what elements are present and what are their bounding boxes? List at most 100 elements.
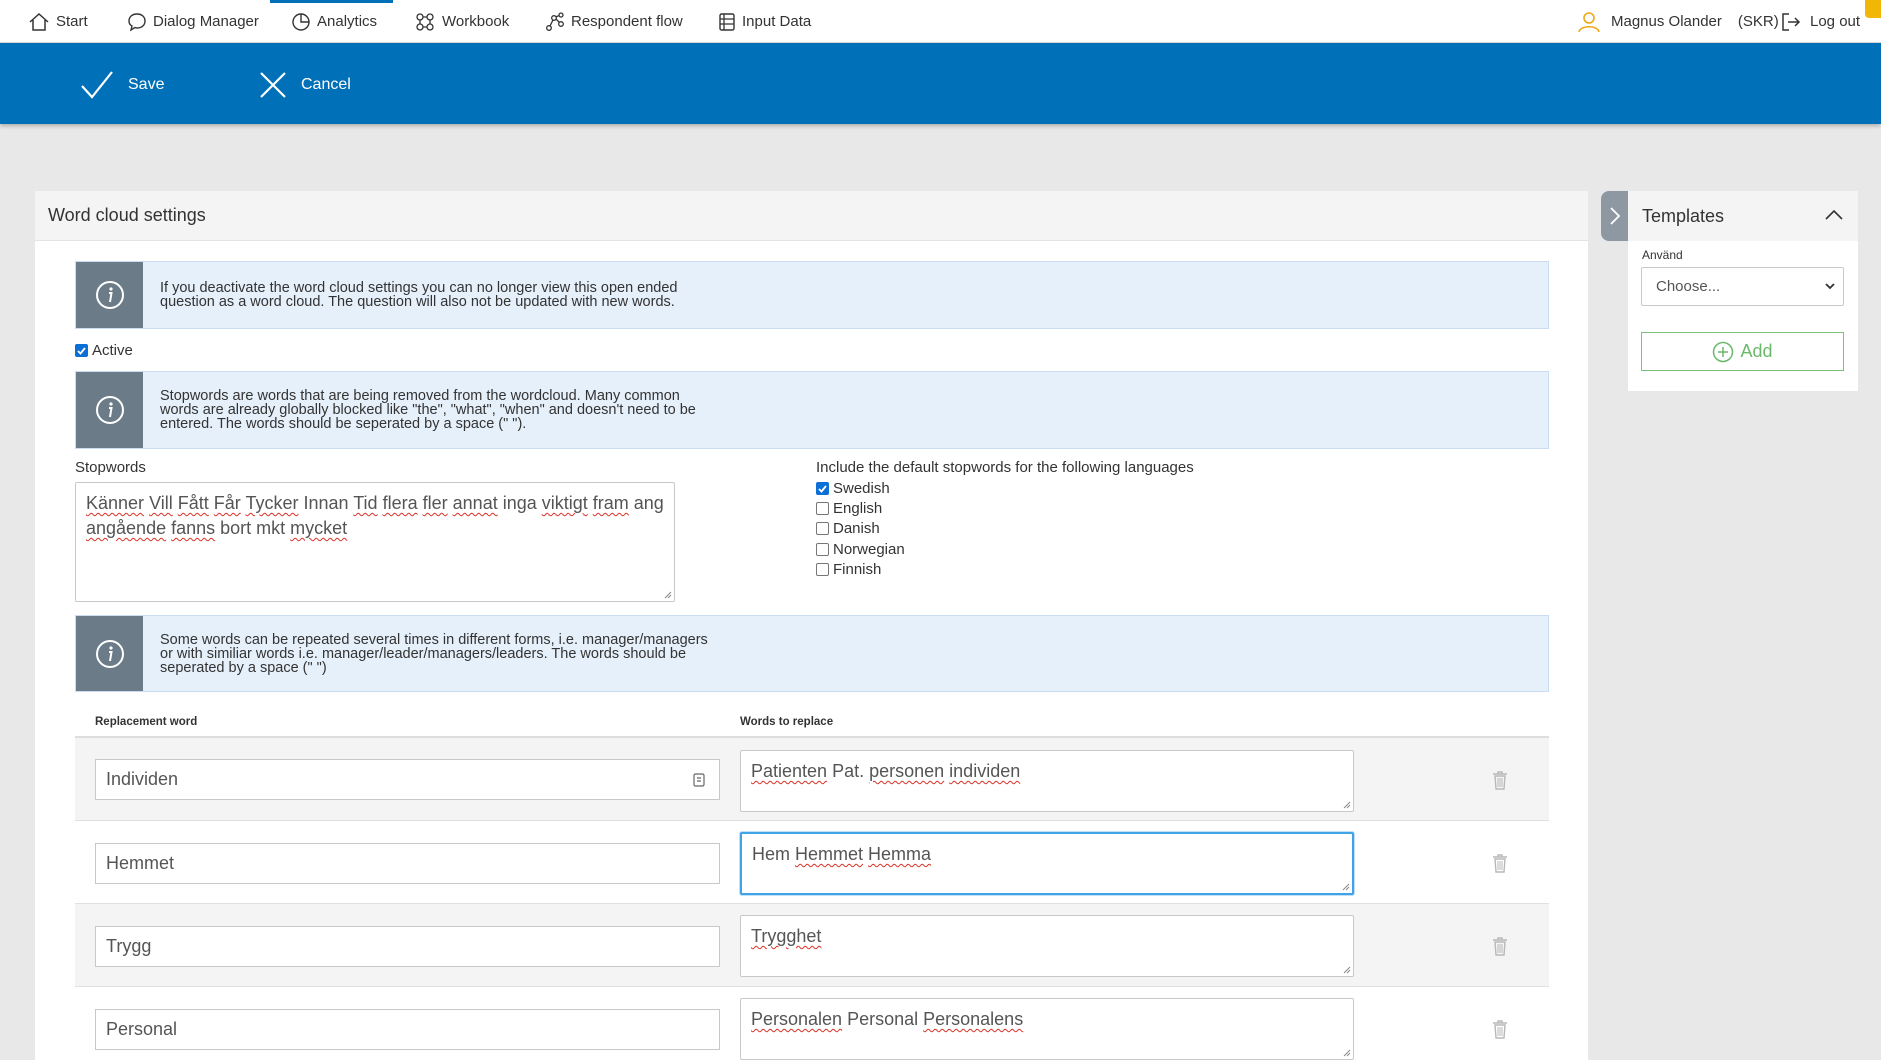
language-english[interactable]: English (816, 500, 882, 517)
template-select-value: Choose... (1656, 278, 1721, 295)
language-danish[interactable]: Danish (816, 520, 880, 537)
check-icon (818, 484, 827, 493)
nav-start[interactable]: Start (28, 0, 88, 43)
user-icon (1578, 11, 1600, 32)
danish-checkbox[interactable] (816, 522, 829, 535)
user-name: Magnus Olander (1611, 13, 1722, 30)
nav-input-data[interactable]: Input Data (718, 0, 811, 43)
language-finnish[interactable]: Finnish (816, 561, 881, 578)
table-row: Hemmet Hem Hemmet Hemma (75, 821, 1549, 904)
top-navigation: Start Dialog Manager Analytics Workbook … (0, 0, 1881, 43)
norwegian-label: Norwegian (833, 541, 905, 558)
chevron-right-icon (1609, 207, 1620, 225)
swedish-label: Swedish (833, 480, 890, 497)
resize-handle-icon[interactable] (1343, 1049, 1351, 1057)
nav-respondent-flow[interactable]: Respondent flow (545, 0, 683, 43)
info-box-deactivate: If you deactivate the word cloud setting… (75, 261, 1549, 329)
chevron-down-icon (1825, 283, 1835, 290)
save-label: Save (128, 76, 165, 93)
trash-icon[interactable] (1492, 1019, 1508, 1039)
replacement-value: Trygg (106, 936, 152, 956)
resize-handle-icon[interactable] (664, 591, 672, 599)
nav-respondent-flow-label: Respondent flow (571, 13, 683, 30)
info-text-deactivate: If you deactivate the word cloud setting… (160, 280, 678, 310)
cancel-label: Cancel (301, 76, 351, 93)
english-checkbox[interactable] (816, 502, 829, 515)
words-textarea[interactable]: Patienten Pat. personen individen (740, 750, 1354, 812)
trash-icon[interactable] (1492, 770, 1508, 790)
card-title: Word cloud settings (35, 191, 1588, 241)
finnish-checkbox[interactable] (816, 563, 829, 576)
words-textarea[interactable]: Personalen Personal Personalens (740, 998, 1354, 1060)
save-button[interactable]: Save (80, 67, 164, 103)
nav-dialog-manager[interactable]: Dialog Manager (127, 0, 259, 43)
danish-label: Danish (833, 520, 880, 537)
action-bar: Save Cancel (0, 43, 1881, 124)
checkmark-icon (81, 71, 113, 99)
stopwords-label: Stopwords (75, 459, 146, 476)
nav-workbook[interactable]: Workbook (414, 0, 509, 43)
trash-icon[interactable] (1492, 853, 1508, 873)
languages-label: Include the default stopwords for the fo… (816, 459, 1194, 476)
active-checkbox[interactable] (75, 344, 88, 357)
chevron-up-icon[interactable] (1825, 209, 1843, 220)
info-box-replacement: Some words can be repeated several times… (75, 615, 1549, 692)
check-icon (77, 346, 86, 355)
user-org: (SKR) (1737, 13, 1779, 30)
words-value: Patienten Pat. personen individen (751, 761, 1021, 781)
nav-analytics[interactable]: Analytics (291, 0, 377, 43)
info-box-stopwords: Stopwords are words that are being remov… (75, 371, 1549, 449)
user-menu[interactable]: Magnus Olander (SKR) (1577, 0, 1779, 43)
norwegian-checkbox[interactable] (816, 543, 829, 556)
chat-bubble-icon (128, 12, 146, 32)
template-select[interactable]: Choose... (1641, 267, 1844, 306)
add-label: Add (1740, 341, 1773, 361)
templates-header[interactable]: Templates (1628, 191, 1858, 241)
flow-icon (546, 11, 564, 31)
logout-label: Log out (1810, 13, 1861, 30)
nav-workbook-label: Workbook (442, 13, 510, 30)
logout-button[interactable]: Log out (1780, 0, 1860, 43)
words-value: Hem Hemmet Hemma (752, 844, 932, 864)
language-norwegian[interactable]: Norwegian (816, 541, 905, 558)
finnish-label: Finnish (833, 561, 882, 578)
table-row: Trygg Trygghet (75, 904, 1549, 987)
info-icon (95, 639, 124, 668)
replacement-input[interactable]: Personal (95, 1009, 720, 1050)
replacement-input[interactable]: Trygg (95, 926, 720, 967)
nav-input-data-label: Input Data (742, 13, 812, 30)
info-icon (95, 281, 124, 309)
cancel-button[interactable]: Cancel (259, 67, 351, 103)
language-swedish[interactable]: Swedish (816, 480, 890, 497)
info-text-stopwords: Stopwords are words that are being remov… (160, 388, 696, 432)
use-label: Använd (1642, 248, 1683, 262)
trash-icon[interactable] (1492, 936, 1508, 956)
panel-toggle-button[interactable] (1601, 191, 1628, 241)
active-label: Active (92, 342, 133, 359)
replacement-value: Individen (106, 769, 179, 789)
autofill-icon (693, 773, 705, 787)
active-checkbox-row[interactable]: Active (75, 342, 133, 359)
words-textarea[interactable]: Hem Hemmet Hemma (740, 832, 1354, 895)
table-icon (719, 12, 735, 31)
replacement-input[interactable]: Hemmet (95, 843, 720, 884)
plus-circle-icon (1713, 341, 1734, 362)
add-template-button[interactable]: Add (1641, 332, 1844, 371)
words-value: Personalen Personal Personalens (751, 1009, 1024, 1029)
resize-handle-icon[interactable] (1343, 966, 1351, 974)
swedish-checkbox[interactable] (816, 482, 829, 495)
table-row: Individen Patienten Pat. personen indivi… (75, 738, 1549, 821)
close-icon (260, 72, 286, 98)
workbook-icon (416, 12, 434, 31)
info-text-replacement: Some words can be repeated several times… (160, 631, 708, 676)
resize-handle-icon[interactable] (1343, 801, 1351, 809)
table-row: Personal Personalen Personal Personalens (75, 987, 1549, 1060)
words-textarea[interactable]: Trygghet (740, 915, 1354, 977)
info-icon (95, 396, 124, 424)
english-label: English (833, 500, 883, 517)
replacement-input[interactable]: Individen (95, 759, 720, 800)
word-cloud-settings-card: Word cloud settings If you deactivate th… (35, 191, 1588, 1060)
resize-handle-icon[interactable] (1342, 883, 1350, 891)
stopwords-textarea[interactable]: Känner Vill Fått Får Tycker Innan Tid fl… (75, 482, 675, 602)
templates-title: Templates (1642, 205, 1725, 226)
